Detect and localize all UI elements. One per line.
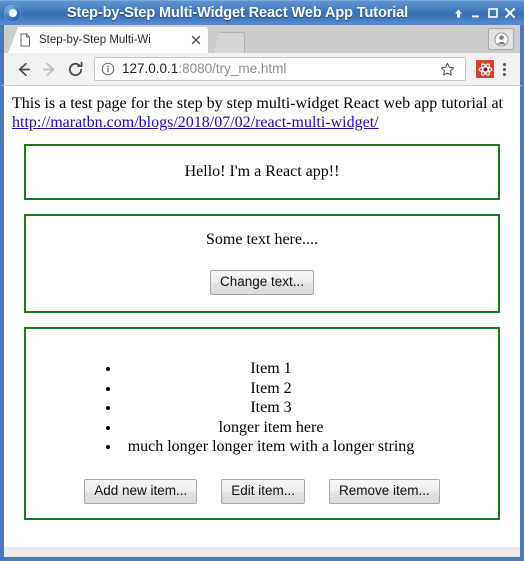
bookmark-star-icon[interactable] (435, 57, 459, 81)
item-list: Item 1 Item 2 Item 3 longer item here mu… (103, 359, 421, 457)
intro-paragraph: This is a test page for the step by step… (12, 94, 512, 132)
page-viewport: This is a test page for the step by step… (0, 86, 524, 547)
tab-close-icon[interactable] (188, 32, 204, 48)
url-text[interactable]: 127.0.0.1:8080/try_me.html (122, 58, 435, 80)
hello-widget: Hello! I'm a React app!! (24, 144, 500, 200)
page-favicon-icon (18, 33, 32, 47)
change-text-button[interactable]: Change text... (209, 270, 315, 295)
profile-avatar-button[interactable] (488, 28, 514, 50)
browser-window: Step-by-Step Multi-Widget React Web App … (0, 0, 524, 561)
minimize-button[interactable] (467, 2, 484, 24)
remove-item-button[interactable]: Remove item... (329, 478, 440, 504)
site-info-icon[interactable] (101, 62, 115, 76)
three-dot-menu-icon[interactable] (494, 57, 514, 81)
reload-button[interactable] (62, 56, 88, 82)
intro-text: This is a test page for the step by step… (12, 95, 503, 112)
url-host: 127.0.0.1 (122, 61, 179, 76)
window-titlebar[interactable]: Step-by-Step Multi-Widget React Web App … (0, 0, 524, 25)
chrome-logo-icon (4, 4, 21, 22)
add-new-item-button[interactable]: Add new item... (84, 478, 198, 504)
list-item: Item 3 (121, 398, 421, 418)
address-bar[interactable]: 127.0.0.1:8080/try_me.html (94, 57, 466, 81)
browser-tab-active[interactable]: Step-by-Step Multi-Wi (8, 27, 208, 53)
text-widget: Some text here.... Change text... (24, 214, 500, 313)
web-page: This is a test page for the step by step… (4, 86, 520, 520)
tutorial-link[interactable]: http://maratbn.com/blogs/2018/07/02/reac… (12, 114, 379, 131)
edit-item-button[interactable]: Edit item... (221, 478, 306, 504)
avatar-icon (493, 31, 509, 47)
tab-strip: Step-by-Step Multi-Wi (0, 25, 524, 53)
close-button[interactable] (501, 2, 518, 24)
new-tab-button[interactable] (213, 32, 245, 53)
list-widget: Item 1 Item 2 Item 3 longer item here mu… (24, 327, 500, 520)
maximize-button[interactable] (484, 2, 501, 24)
back-button[interactable] (10, 56, 36, 82)
list-item: much longer longer item with a longer st… (121, 437, 421, 457)
forward-button[interactable] (36, 56, 62, 82)
window-bottom-frame (0, 547, 524, 561)
menu-dots (502, 62, 506, 77)
react-devtools-extension-icon[interactable] (476, 60, 494, 78)
hello-widget-text: Hello! I'm a React app!! (184, 163, 340, 180)
shade-button[interactable] (450, 2, 467, 24)
url-path: :8080/try_me.html (178, 61, 287, 76)
list-item: longer item here (121, 418, 421, 438)
browser-toolbar: 127.0.0.1:8080/try_me.html (0, 53, 524, 86)
list-widget-buttons: Add new item... Edit item... Remove item… (36, 478, 488, 504)
list-item: Item 2 (121, 379, 421, 399)
list-item: Item 1 (121, 359, 421, 379)
text-widget-text: Some text here.... (206, 231, 318, 248)
window-title: Step-by-Step Multi-Widget React Web App … (66, 4, 409, 21)
tab-title: Step-by-Step Multi-Wi (39, 34, 151, 46)
